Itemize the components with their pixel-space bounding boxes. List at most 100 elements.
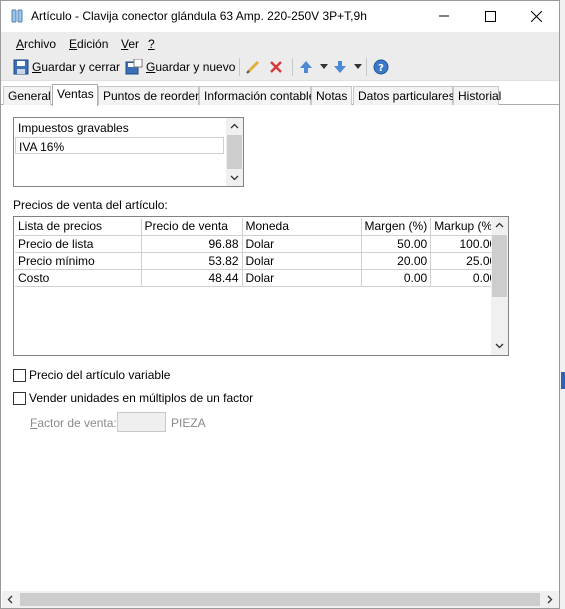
menu-archivo[interactable]: Archivo	[16, 37, 56, 51]
toolbar: Guardar y cerrar Guardar y nuevo ?	[1, 54, 559, 81]
move-up-button[interactable]	[299, 57, 331, 77]
variable-price-checkbox[interactable]: Precio del artículo variable	[13, 368, 170, 382]
factor-label: Factor de venta:	[30, 416, 117, 430]
chevron-left-icon[interactable]	[6, 595, 15, 604]
menu-ver-label: er	[128, 37, 140, 51]
checkbox-box[interactable]	[13, 368, 26, 382]
tab-puntos-reorden[interactable]: Puntos de reorden	[98, 86, 202, 105]
table-cell[interactable]: Dolar	[242, 235, 362, 253]
table-cell[interactable]: 100.00	[430, 235, 501, 253]
close-button[interactable]	[513, 1, 559, 31]
menu-archivo-mnemonic: A	[16, 37, 25, 51]
table-cell[interactable]: 53.82	[141, 252, 243, 270]
menu-help[interactable]: ?	[148, 37, 155, 51]
prices-scroll-thumb[interactable]	[492, 235, 507, 297]
prices-scrollbar[interactable]	[491, 217, 508, 355]
factor-label-text: actor de venta:	[37, 416, 117, 430]
tab-informacion-contable[interactable]: Información contable	[199, 86, 315, 105]
edit-button[interactable]	[245, 57, 264, 77]
table-cell[interactable]: 25.00	[430, 252, 501, 270]
delete-button[interactable]	[268, 57, 287, 77]
maximize-button[interactable]	[467, 1, 513, 31]
table-cell[interactable]: 48.44	[141, 269, 243, 287]
table-header-row: Lista de precios Precio de venta Moneda …	[15, 218, 501, 236]
minimize-button[interactable]	[421, 1, 467, 31]
menu-edicion-mnemonic: E	[69, 37, 78, 51]
variable-price-label: Precio del artículo variable	[29, 368, 171, 382]
toolbar-separator	[292, 58, 293, 76]
svg-text:?: ?	[378, 63, 384, 74]
list-item[interactable]: IVA 16%	[15, 137, 224, 154]
save-close-button[interactable]: Guardar y cerrar	[13, 57, 120, 77]
prices-grid[interactable]: Lista de precios Precio de venta Moneda …	[13, 216, 509, 356]
help-icon: ?	[373, 59, 389, 75]
table-cell[interactable]: 20.00	[361, 252, 432, 270]
menu-archivo-label: rchivo	[24, 37, 57, 51]
background-window-edge	[560, 0, 565, 609]
menu-help-mnemonic: ?	[148, 37, 155, 51]
menu-ver[interactable]: Ver	[121, 37, 139, 51]
save-new-button[interactable]: Guardar y nuevo	[125, 57, 235, 77]
tab-datos-particulares[interactable]: Datos particulares	[353, 86, 455, 105]
factor-input[interactable]	[117, 412, 166, 432]
pencil-icon	[246, 60, 260, 74]
dropdown-arrow-icon[interactable]	[354, 64, 362, 70]
column-header[interactable]: Moneda	[242, 218, 362, 236]
chevron-up-icon[interactable]	[230, 122, 239, 131]
column-header[interactable]: Lista de precios	[15, 218, 142, 236]
tab-historial[interactable]: Historial	[453, 86, 501, 105]
table-row[interactable]: Precio de lista 96.88 Dolar 50.00 100.00	[15, 235, 501, 253]
background-window-marker	[561, 372, 565, 389]
table-cell[interactable]: Precio mínimo	[15, 252, 142, 270]
prices-table: Lista de precios Precio de venta Moneda …	[15, 218, 501, 287]
taxes-list[interactable]: Impuestos gravables IVA 16%	[13, 117, 244, 187]
minimize-icon	[439, 15, 449, 17]
table-row[interactable]: Costo 48.44 Dolar 0.00 0.00	[15, 269, 501, 287]
tab-notas[interactable]: Notas	[311, 86, 352, 105]
menu-bar: Archivo Edición Ver ?	[1, 32, 559, 54]
arrow-up-icon	[300, 61, 312, 73]
sell-multiples-label: Vender unidades en múltiplos de un facto…	[29, 391, 254, 405]
sell-multiples-checkbox[interactable]: Vender unidades en múltiplos de un facto…	[13, 391, 253, 405]
chevron-up-icon[interactable]	[495, 221, 504, 230]
delete-icon	[270, 61, 282, 73]
taxes-scroll-thumb[interactable]	[227, 135, 242, 169]
column-header[interactable]: Precio de venta	[141, 218, 243, 236]
title-bar: Artículo - Clavija conector glándula 63 …	[1, 1, 559, 31]
save-new-label: uardar y nuevo	[155, 60, 236, 74]
move-down-button[interactable]	[333, 57, 365, 77]
table-cell[interactable]: 50.00	[361, 235, 432, 253]
menu-edicion[interactable]: Edición	[69, 37, 108, 51]
table-cell[interactable]: 0.00	[430, 269, 501, 287]
article-window: Artículo - Clavija conector glándula 63 …	[0, 0, 560, 609]
chevron-down-icon[interactable]	[495, 341, 504, 350]
save-icon	[13, 59, 29, 75]
table-cell[interactable]: 0.00	[361, 269, 432, 287]
taxes-scrollbar[interactable]	[226, 118, 243, 186]
horizontal-scrollbar[interactable]	[2, 591, 559, 608]
column-header[interactable]: Markup (%)	[430, 218, 501, 236]
checkbox-box[interactable]	[13, 391, 26, 405]
tab-notas-label: Notas	[316, 89, 348, 103]
help-button[interactable]: ?	[373, 57, 392, 77]
table-cell[interactable]: 96.88	[141, 235, 243, 253]
table-cell[interactable]: Precio de lista	[15, 235, 142, 253]
tab-ventas[interactable]: Ventas	[52, 84, 98, 106]
tab-datos-particulares-label: Datos particulares	[358, 89, 455, 103]
dropdown-arrow-icon[interactable]	[320, 64, 328, 70]
save-new-mnemonic: G	[146, 60, 156, 74]
save-close-label: uardar y cerrar	[41, 60, 121, 74]
horizontal-scroll-thumb[interactable]	[20, 593, 540, 606]
table-cell[interactable]: Dolar	[242, 252, 362, 270]
save-close-mnemonic: G	[32, 60, 42, 74]
tab-general-label: General	[8, 89, 51, 103]
table-cell[interactable]: Costo	[15, 269, 142, 287]
tab-bar: General Ventas Puntos de reorden Informa…	[1, 84, 559, 106]
column-header[interactable]: Margen (%)	[361, 218, 432, 236]
table-cell[interactable]: Dolar	[242, 269, 362, 287]
chevron-right-icon[interactable]	[545, 595, 554, 604]
save-new-icon	[125, 59, 143, 75]
tab-general[interactable]: General	[3, 86, 51, 105]
chevron-down-icon[interactable]	[230, 173, 239, 182]
table-row[interactable]: Precio mínimo 53.82 Dolar 20.00 25.00	[15, 252, 501, 270]
